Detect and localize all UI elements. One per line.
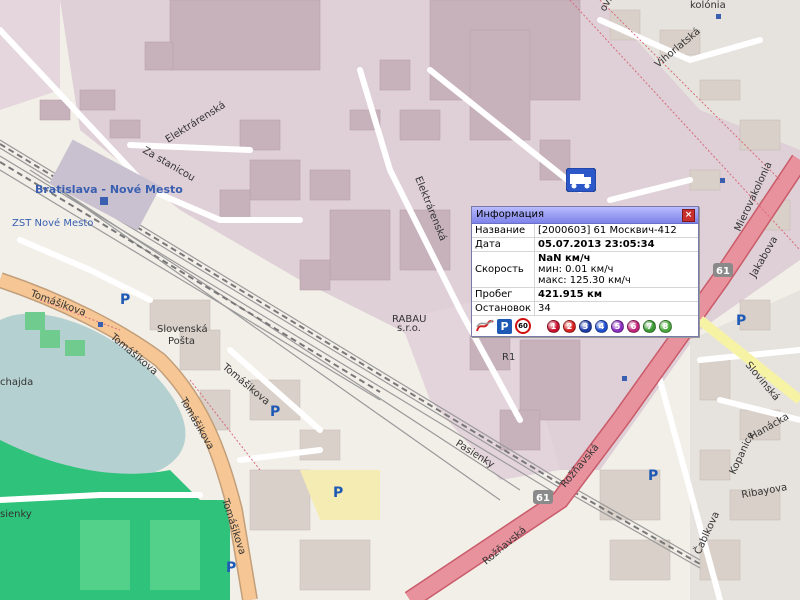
bus-stop-icon xyxy=(98,322,103,327)
parking-icon: P xyxy=(270,404,280,420)
speed-current: NaN км/ч xyxy=(538,253,591,264)
vehicle-marker[interactable] xyxy=(565,167,597,193)
route-number: 61 xyxy=(536,493,550,504)
track-icon[interactable] xyxy=(476,319,494,333)
popup-toolbar: P 60 1 2 3 4 5 6 7 8 xyxy=(472,316,698,336)
info-row-name: Название [2000603] 61 Москвич-412 xyxy=(472,224,698,238)
info-value: 421.915 км xyxy=(534,287,698,302)
popup-titlebar[interactable]: Информация × xyxy=(472,207,698,224)
info-key: Скорость xyxy=(472,251,536,288)
info-popup: Информация × Название [2000603] 61 Москв… xyxy=(471,206,699,337)
info-row-stops: Остановок 34 xyxy=(472,301,698,316)
info-key: Название xyxy=(472,224,536,238)
parking-button[interactable]: P xyxy=(497,318,512,334)
parking-icon: P xyxy=(120,292,130,308)
event-ball-1[interactable]: 1 xyxy=(547,319,560,333)
poi-label-slovenska: Slovenská xyxy=(157,323,208,335)
poi-label-posta: Pošta xyxy=(168,335,195,347)
event-ball-5[interactable]: 5 xyxy=(611,319,624,333)
info-value: 05.07.2013 23:05:34 xyxy=(534,237,698,252)
bus-stop-icon xyxy=(716,14,721,19)
route-number: 61 xyxy=(716,266,730,277)
info-row-date: Дата 05.07.2013 23:05:34 xyxy=(472,237,698,252)
info-key: Пробег xyxy=(472,287,536,302)
parking-icon: P xyxy=(226,560,236,576)
info-table: Название [2000603] 61 Москвич-412 Дата 0… xyxy=(472,224,698,316)
truck-icon xyxy=(565,167,597,193)
parking-icon: P xyxy=(736,313,746,329)
event-ball-7[interactable]: 7 xyxy=(643,319,656,333)
area-label-kolonia: kolónia xyxy=(690,0,726,11)
info-key: Остановок xyxy=(472,301,536,316)
event-ball-3[interactable]: 3 xyxy=(579,319,592,333)
event-ball-6[interactable]: 6 xyxy=(627,319,640,333)
bus-stop-icon xyxy=(720,178,725,183)
speed-limit-button[interactable]: 60 xyxy=(515,318,531,334)
close-button[interactable]: × xyxy=(682,209,695,222)
info-row-mileage: Пробег 421.915 км xyxy=(472,287,698,302)
info-row-speed: Скорость NaN км/ч мин: 0.01 км/ч макс: 1… xyxy=(472,251,698,288)
speed-min: мин: 0.01 км/ч xyxy=(538,264,614,275)
area-label-sienky: sienky xyxy=(0,509,32,520)
poi-label-rabau-sro: s.r.o. xyxy=(397,323,421,334)
zst-label: ZST Nové Mesto xyxy=(12,217,93,229)
bus-stop-icon xyxy=(622,376,627,381)
speed-max: макс: 125.30 км/ч xyxy=(538,275,631,286)
parking-icon: P xyxy=(333,485,343,501)
event-ball-4[interactable]: 4 xyxy=(595,319,608,333)
station-label: Bratislava - Nové Mesto xyxy=(35,183,183,196)
event-ball-8[interactable]: 8 xyxy=(659,319,672,333)
info-value: [2000603] 61 Москвич-412 xyxy=(534,224,698,238)
area-label-chajda: chajda xyxy=(0,377,33,388)
parking-icon: P xyxy=(648,468,658,484)
poi-label-r1: R1 xyxy=(502,352,515,363)
popup-title: Информация xyxy=(476,209,545,220)
info-value: 34 xyxy=(534,301,698,316)
event-ball-2[interactable]: 2 xyxy=(563,319,576,333)
info-value-speed: NaN км/ч мин: 0.01 км/ч макс: 125.30 км/… xyxy=(534,251,698,288)
info-key: Дата xyxy=(472,237,536,252)
